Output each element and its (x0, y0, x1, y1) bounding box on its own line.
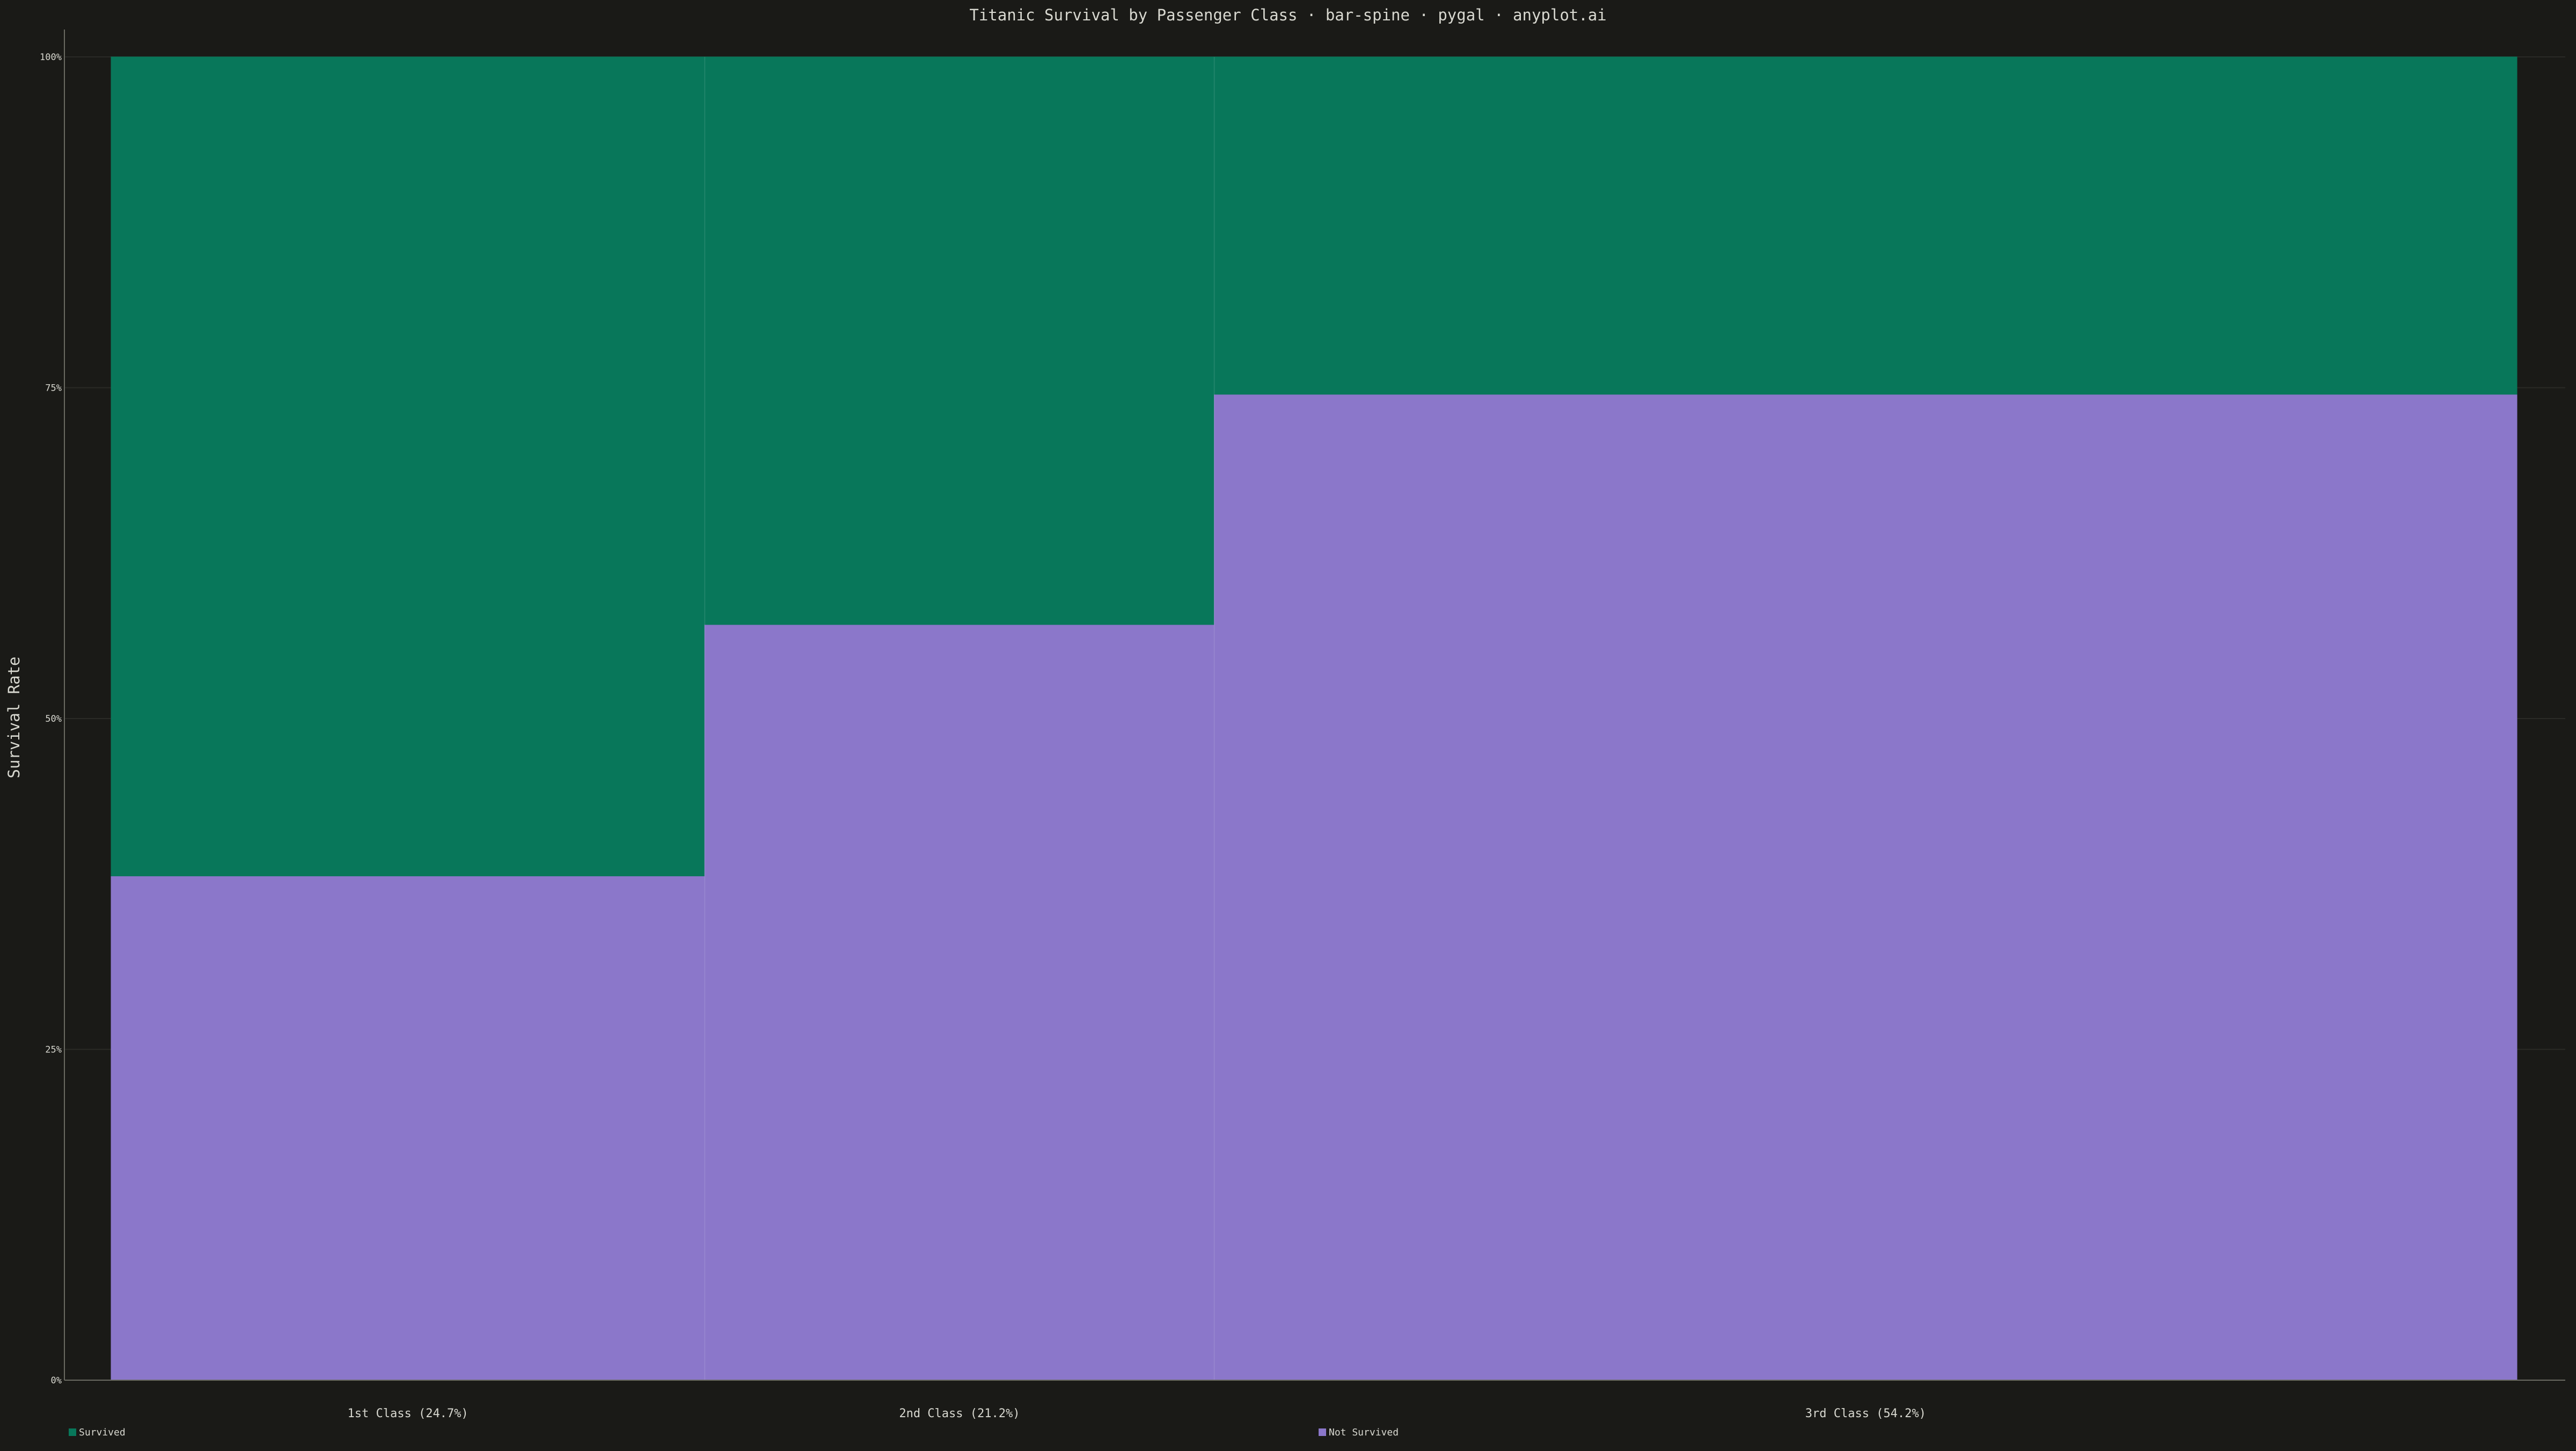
bar-segment (111, 56, 705, 876)
bar-segments (111, 56, 2518, 1381)
bar-segment (111, 875, 705, 1381)
x-tick-label: 2nd Class (21.2%) (899, 1407, 1020, 1420)
bar-segment (704, 624, 1215, 1381)
y-tick-label: 100% (40, 52, 62, 63)
y-tick-label: 75% (45, 383, 62, 394)
legend-swatch (1319, 1428, 1326, 1436)
legend-swatch (69, 1428, 76, 1436)
bar-segment (1214, 56, 2518, 395)
bar-segment (1214, 394, 2518, 1381)
legend-label: Not Survived (1329, 1427, 1399, 1438)
y-axis-title: Survival Rate (5, 657, 23, 779)
bar-segment (704, 56, 1215, 625)
legend-label: Survived (79, 1427, 126, 1438)
y-tick-label: 50% (45, 714, 62, 724)
mosaic-chart: 0% 25% 50% 75% 100% 1st Class (24.7%) 2nd Cla… (0, 0, 2576, 1449)
chart-container: 0% 25% 50% 75% 100% 1st Class (24.7%) 2nd Cla… (0, 0, 2576, 1449)
x-tick-label: 3rd Class (54.2%) (1805, 1407, 1926, 1420)
y-tick-label: 25% (45, 1045, 62, 1056)
y-tick-label: 0% (51, 1375, 62, 1386)
chart-title: Titanic Survival by Passenger Class · ba… (969, 6, 1606, 24)
x-tick-label: 1st Class (24.7%) (348, 1407, 469, 1420)
